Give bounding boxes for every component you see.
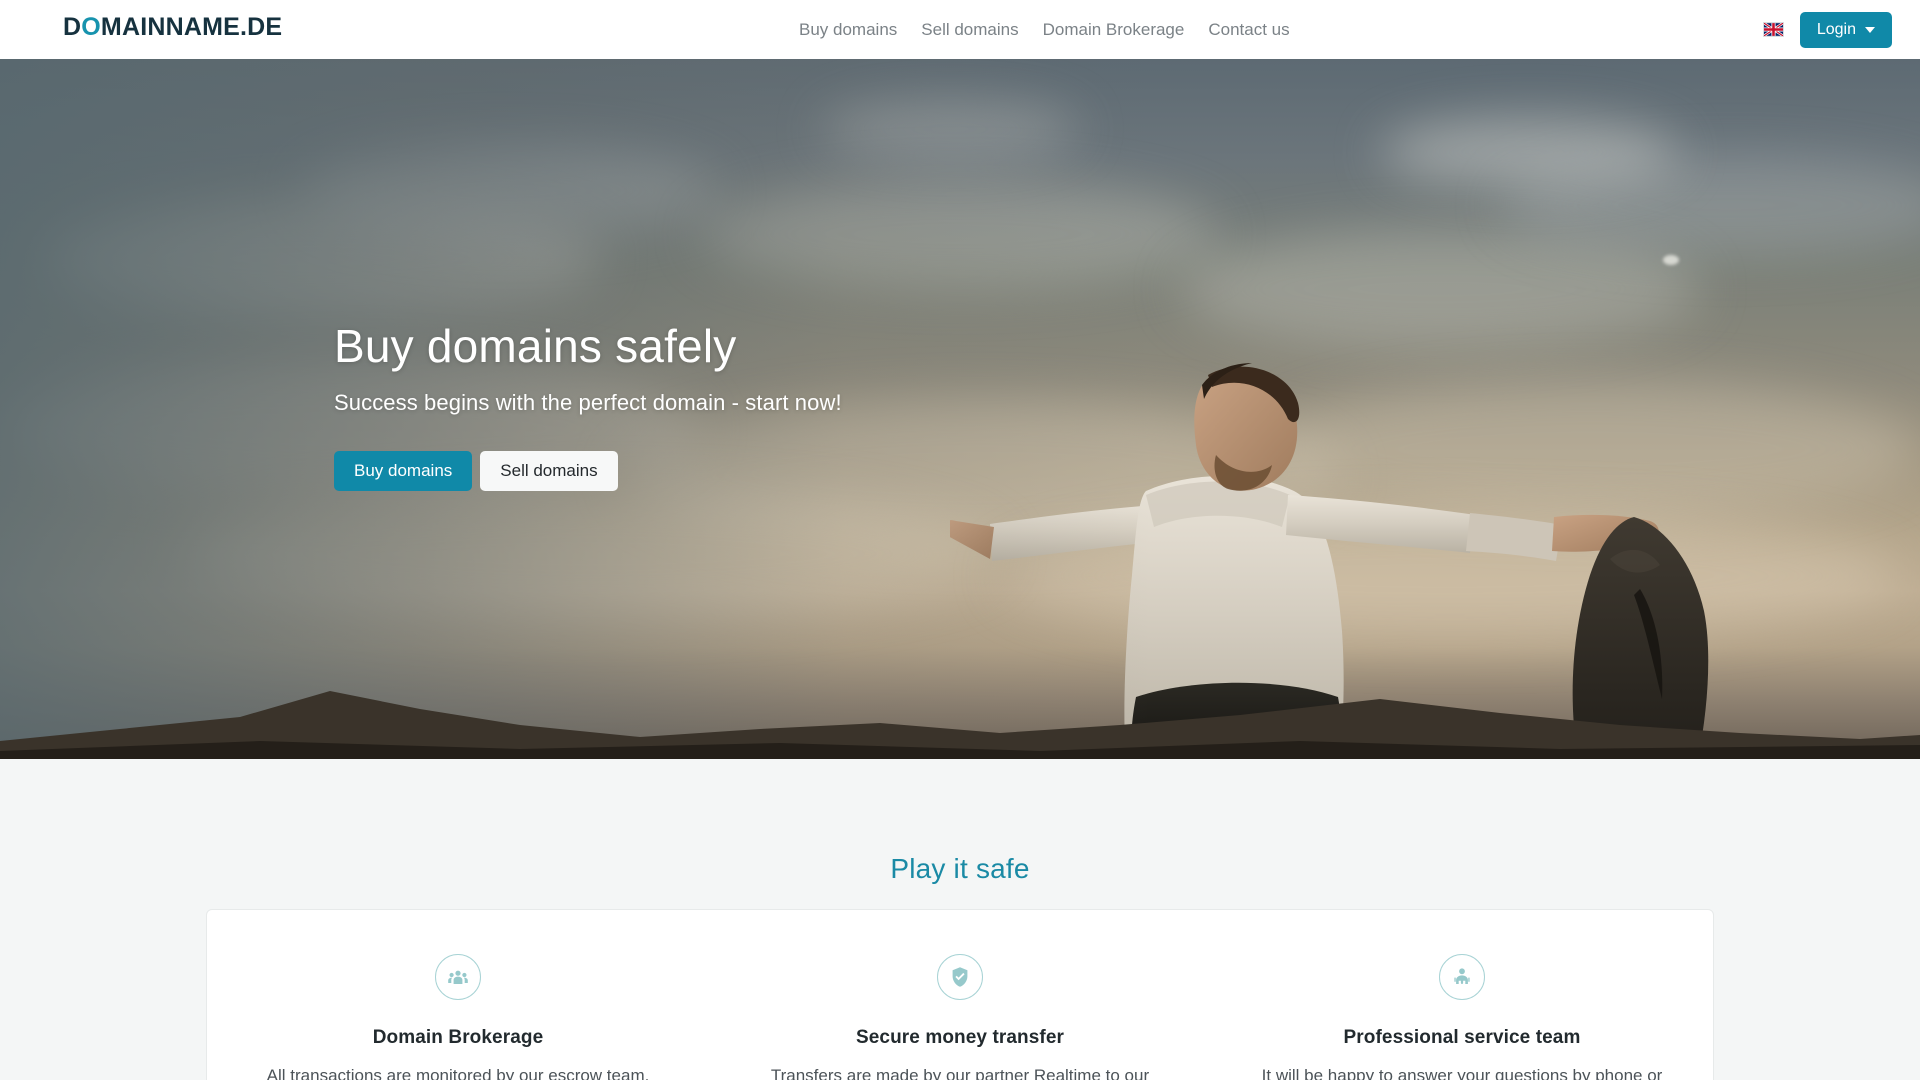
chevron-down-icon	[1865, 26, 1875, 33]
hero-subtitle: Success begins with the perfect domain -…	[334, 390, 842, 416]
feature-cards-panel: Domain Brokerage All transactions are mo…	[206, 909, 1714, 1080]
nav-item-contact-us[interactable]: Contact us	[1196, 0, 1301, 59]
site-logo[interactable]: DOMAINNAME.DE	[63, 13, 282, 42]
top-navigation-bar: DOMAINNAME.DE Buy domains Sell domains D…	[0, 0, 1920, 59]
logo-text-suffix: MAINNAME.DE	[100, 13, 283, 41]
feature-card-text: Transfers are made by our partner Realti…	[770, 1066, 1150, 1080]
feature-card-title: Professional service team	[1343, 1027, 1581, 1048]
feature-card-text: All transactions are monitored by our es…	[266, 1066, 650, 1080]
main-nav-links: Buy domains Sell domains Domain Brokerag…	[787, 0, 1302, 59]
support-agent-icon	[1439, 954, 1485, 1000]
hero-copy-block: Buy domains safely Success begins with t…	[334, 319, 842, 492]
nav-item-buy-domains[interactable]: Buy domains	[787, 0, 909, 59]
hero-buy-domains-button[interactable]: Buy domains	[334, 451, 473, 492]
play-it-safe-section: Play it safe Domain Brokerage All transa…	[0, 759, 1920, 1080]
nav-item-domain-brokerage[interactable]: Domain Brokerage	[1031, 0, 1197, 59]
shield-check-icon	[937, 954, 983, 1000]
logo-text-prefix: D	[63, 13, 82, 41]
people-group-icon	[435, 954, 481, 1000]
feature-card-domain-brokerage: Domain Brokerage All transactions are mo…	[207, 954, 709, 1080]
logo-text-accent: O	[81, 13, 101, 41]
feature-card-text: It will be happy to answer your question…	[1261, 1066, 1663, 1080]
feature-card-professional-service-team: Professional service team It will be hap…	[1211, 954, 1713, 1080]
mountain-ridge-silhouette	[0, 691, 1920, 759]
feature-card-title: Secure money transfer	[855, 1027, 1065, 1048]
nav-right-cluster: Login	[1762, 0, 1892, 59]
uk-flag-icon[interactable]	[1762, 22, 1784, 37]
login-button[interactable]: Login	[1799, 11, 1892, 48]
section-title: Play it safe	[890, 853, 1030, 884]
feature-card-secure-money-transfer: Secure money transfer Transfers are made…	[709, 954, 1211, 1080]
hero-action-buttons: Buy domains Sell domains	[334, 451, 842, 492]
hero-banner: Buy domains safely Success begins with t…	[0, 59, 1920, 759]
nav-item-sell-domains[interactable]: Sell domains	[909, 0, 1030, 59]
login-button-label: Login	[1816, 20, 1856, 38]
hero-sell-domains-button[interactable]: Sell domains	[480, 451, 618, 492]
hero-title: Buy domains safely	[334, 320, 737, 372]
feature-card-title: Domain Brokerage	[372, 1027, 544, 1048]
